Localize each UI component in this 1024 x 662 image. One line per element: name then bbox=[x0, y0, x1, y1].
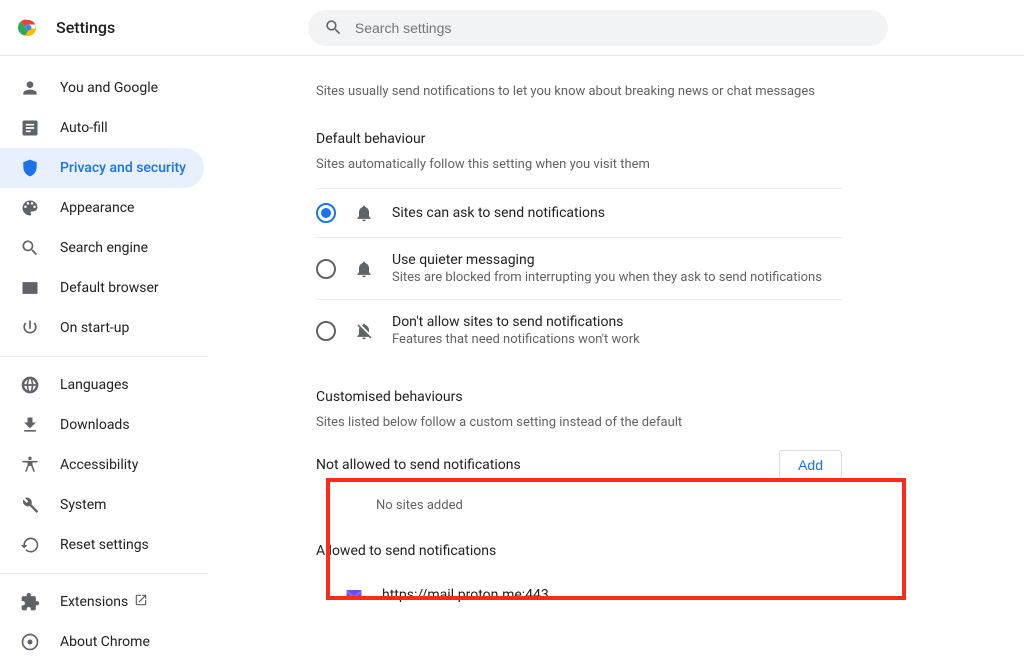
custom-heading: Customised behaviours bbox=[316, 389, 842, 405]
radio-checked-icon[interactable] bbox=[316, 203, 336, 223]
page-title: Settings bbox=[56, 18, 115, 37]
default-behaviour-heading: Default behaviour bbox=[316, 131, 842, 147]
sidebar-item-downloads[interactable]: Downloads bbox=[0, 405, 204, 445]
custom-sub: Sites listed below follow a custom setti… bbox=[316, 415, 842, 430]
add-button[interactable]: Add bbox=[779, 450, 842, 480]
option-quieter[interactable]: Use quieter messaging Sites are blocked f… bbox=[316, 237, 842, 299]
radio-icon[interactable] bbox=[316, 259, 336, 279]
sidebar-item-system[interactable]: System bbox=[0, 485, 204, 525]
bell-icon bbox=[354, 203, 374, 223]
person-icon bbox=[20, 78, 40, 98]
radio-icon[interactable] bbox=[316, 321, 336, 341]
sidebar-item-label: You and Google bbox=[60, 80, 158, 96]
sidebar-item-autofill[interactable]: Auto-fill bbox=[0, 108, 204, 148]
sidebar-item-label: Downloads bbox=[60, 417, 130, 433]
accessibility-icon bbox=[20, 455, 40, 475]
autofill-icon bbox=[20, 118, 40, 138]
sidebar-item-label: Appearance bbox=[60, 200, 134, 216]
download-icon bbox=[20, 415, 40, 435]
bell-icon bbox=[354, 259, 374, 279]
not-allowed-heading: Not allowed to send notifications bbox=[316, 457, 521, 473]
allowed-site-row[interactable]: https://mail.proton.me:443 bbox=[316, 575, 842, 615]
sidebar-item-default-browser[interactable]: Default browser bbox=[0, 268, 204, 308]
reset-icon bbox=[20, 535, 40, 555]
search-icon bbox=[20, 238, 40, 258]
allowed-heading: Allowed to send notifications bbox=[316, 543, 842, 559]
separator bbox=[0, 356, 208, 357]
sidebar-item-privacy[interactable]: Privacy and security bbox=[0, 148, 204, 188]
header: Settings bbox=[0, 0, 1024, 56]
no-sites-text: No sites added bbox=[316, 488, 842, 523]
sidebar-item-accessibility[interactable]: Accessibility bbox=[0, 445, 204, 485]
chrome-logo-icon bbox=[16, 16, 40, 40]
sidebar-item-label: Accessibility bbox=[60, 457, 138, 473]
wrench-icon bbox=[20, 495, 40, 515]
browser-icon bbox=[20, 278, 40, 298]
power-icon bbox=[20, 318, 40, 338]
sidebar-item-label: Privacy and security bbox=[60, 160, 186, 176]
option-title: Sites can ask to send notifications bbox=[392, 205, 605, 221]
bell-off-icon bbox=[354, 321, 374, 341]
chrome-icon bbox=[20, 632, 40, 652]
sidebar-item-label: Extensions bbox=[60, 594, 128, 610]
option-dont-allow[interactable]: Don't allow sites to send notifications F… bbox=[316, 299, 842, 361]
sidebar-item-label: On start-up bbox=[60, 320, 129, 336]
search-icon bbox=[324, 18, 343, 38]
search-input[interactable] bbox=[355, 20, 872, 36]
sidebar-item-appearance[interactable]: Appearance bbox=[0, 188, 204, 228]
sidebar: You and Google Auto-fill Privacy and sec… bbox=[0, 56, 256, 634]
option-title: Use quieter messaging bbox=[392, 252, 822, 268]
sidebar-item-label: Languages bbox=[60, 377, 129, 393]
separator bbox=[0, 573, 208, 574]
sidebar-item-label: System bbox=[60, 497, 106, 513]
sidebar-item-reset[interactable]: Reset settings bbox=[0, 525, 204, 565]
globe-icon bbox=[20, 375, 40, 395]
sidebar-item-search-engine[interactable]: Search engine bbox=[0, 228, 204, 268]
proton-icon bbox=[344, 585, 364, 605]
external-link-icon bbox=[134, 593, 148, 611]
search-box[interactable] bbox=[308, 10, 888, 46]
site-url: https://mail.proton.me:443 bbox=[382, 587, 549, 603]
sidebar-item-languages[interactable]: Languages bbox=[0, 365, 204, 405]
main-content: Sites usually send notifications to let … bbox=[256, 56, 1024, 634]
shield-icon bbox=[20, 158, 40, 178]
sidebar-item-label: Reset settings bbox=[60, 537, 149, 553]
sidebar-item-about[interactable]: About Chrome bbox=[0, 622, 204, 662]
option-ask[interactable]: Sites can ask to send notifications bbox=[316, 188, 842, 237]
sidebar-item-startup[interactable]: On start-up bbox=[0, 308, 204, 348]
sidebar-item-you-and-google[interactable]: You and Google bbox=[0, 68, 204, 108]
option-title: Don't allow sites to send notifications bbox=[392, 314, 640, 330]
sidebar-item-label: Auto-fill bbox=[60, 120, 108, 136]
intro-text: Sites usually send notifications to let … bbox=[316, 84, 842, 99]
sidebar-item-label: Default browser bbox=[60, 280, 159, 296]
palette-icon bbox=[20, 198, 40, 218]
sidebar-item-label: Search engine bbox=[60, 240, 148, 256]
option-sub: Sites are blocked from interrupting you … bbox=[392, 270, 822, 285]
default-behaviour-sub: Sites automatically follow this setting … bbox=[316, 157, 842, 172]
option-sub: Features that need notifications won't w… bbox=[392, 332, 640, 347]
extension-icon bbox=[20, 592, 40, 612]
sidebar-item-extensions[interactable]: Extensions bbox=[0, 582, 204, 622]
sidebar-item-label: About Chrome bbox=[60, 634, 150, 650]
